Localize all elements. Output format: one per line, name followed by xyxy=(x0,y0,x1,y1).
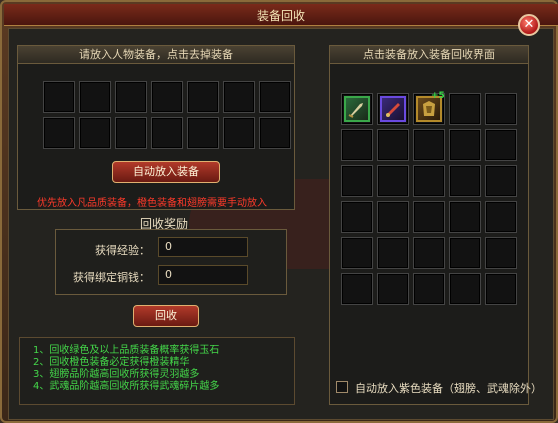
input-slot[interactable] xyxy=(187,81,219,113)
recycle-button[interactable]: 回收 xyxy=(133,305,199,327)
bag-slot[interactable] xyxy=(449,129,481,161)
warning-text: 优先放入凡品质装备，橙色装备和翅膀需要手动放入 xyxy=(37,198,267,209)
input-slot[interactable] xyxy=(223,117,255,149)
bag-slot[interactable] xyxy=(377,237,409,269)
left-panel-header: 请放入人物装备，点击去掉装备 xyxy=(18,46,294,64)
tip-4: 4、武魂品阶越高回收所获得武魂碎片越多 xyxy=(33,381,220,392)
input-slot[interactable] xyxy=(115,81,147,113)
bag-slot[interactable] xyxy=(413,129,445,161)
close-icon[interactable]: ✕ xyxy=(518,14,540,36)
bag-slot[interactable] xyxy=(449,93,481,125)
tip-2: 2、回收橙色装备必定获得橙装精华 xyxy=(33,357,190,368)
input-slot[interactable] xyxy=(79,117,111,149)
bag-slot[interactable] xyxy=(485,129,517,161)
bag-slot[interactable] xyxy=(413,201,445,233)
bag-slot[interactable] xyxy=(413,237,445,269)
bag-slot[interactable] xyxy=(341,237,373,269)
bag-slot[interactable] xyxy=(377,93,409,125)
input-slot[interactable] xyxy=(79,81,111,113)
input-slot[interactable] xyxy=(223,81,255,113)
recycle-window: 装备回收 请放入人物装备，点击去掉装备 自动放入装备 优先放入凡品质装备，橙色装… xyxy=(0,0,558,423)
sword-icon[interactable] xyxy=(344,96,370,122)
scroll-icon[interactable] xyxy=(380,96,406,122)
window-body: 请放入人物装备，点击去掉装备 自动放入装备 优先放入凡品质装备，橙色装备和翅膀需… xyxy=(8,28,554,420)
bag-slot[interactable] xyxy=(413,165,445,197)
bag-slot[interactable] xyxy=(449,165,481,197)
auto-purple-label: 自动放入紫色装备（翅膀、武魂除外） xyxy=(355,382,542,395)
input-slot[interactable] xyxy=(43,117,75,149)
tip-1: 1、回收绿色及以上品质装备概率获得玉石 xyxy=(33,345,220,356)
bag-slot[interactable] xyxy=(341,93,373,125)
bag-slot[interactable]: +5 xyxy=(413,91,445,125)
title-bar: 装备回收 xyxy=(4,4,558,26)
bag-slot[interactable] xyxy=(377,273,409,305)
bag-slot[interactable] xyxy=(485,273,517,305)
input-slot[interactable] xyxy=(259,117,291,149)
bag-slot[interactable] xyxy=(449,273,481,305)
input-slot[interactable] xyxy=(115,117,147,149)
bag-slot[interactable] xyxy=(485,165,517,197)
coin-label: 获得绑定铜钱： xyxy=(73,271,150,284)
bag-slot[interactable] xyxy=(485,201,517,233)
auto-put-equipment-button[interactable]: 自动放入装备 xyxy=(112,161,220,183)
bag-slot[interactable] xyxy=(377,129,409,161)
input-slot[interactable] xyxy=(151,81,183,113)
bag-slot[interactable] xyxy=(377,201,409,233)
exp-label: 获得经验： xyxy=(95,244,150,257)
bag-slot[interactable] xyxy=(449,201,481,233)
input-slot[interactable] xyxy=(151,117,183,149)
bag-slot[interactable] xyxy=(341,129,373,161)
window-title: 装备回收 xyxy=(256,9,305,23)
input-slot[interactable] xyxy=(43,81,75,113)
exp-field: 0 xyxy=(158,237,248,257)
input-slot[interactable] xyxy=(187,117,219,149)
bag-slot[interactable] xyxy=(413,273,445,305)
bag-slot[interactable] xyxy=(449,237,481,269)
coin-field: 0 xyxy=(158,265,248,285)
right-panel-header: 点击装备放入装备回收界面 xyxy=(330,46,528,64)
bag-slot[interactable] xyxy=(377,165,409,197)
auto-purple-checkbox[interactable] xyxy=(336,381,348,393)
bag-slot[interactable] xyxy=(341,201,373,233)
input-slot[interactable] xyxy=(259,81,291,113)
bag-slot[interactable] xyxy=(341,165,373,197)
bag-slot[interactable] xyxy=(485,237,517,269)
bag-slot[interactable] xyxy=(341,273,373,305)
enhance-badge: +5 xyxy=(431,91,445,101)
bag-slot[interactable] xyxy=(485,93,517,125)
tip-3: 3、翅膀品阶越高回收所获得灵羽越多 xyxy=(33,369,200,380)
